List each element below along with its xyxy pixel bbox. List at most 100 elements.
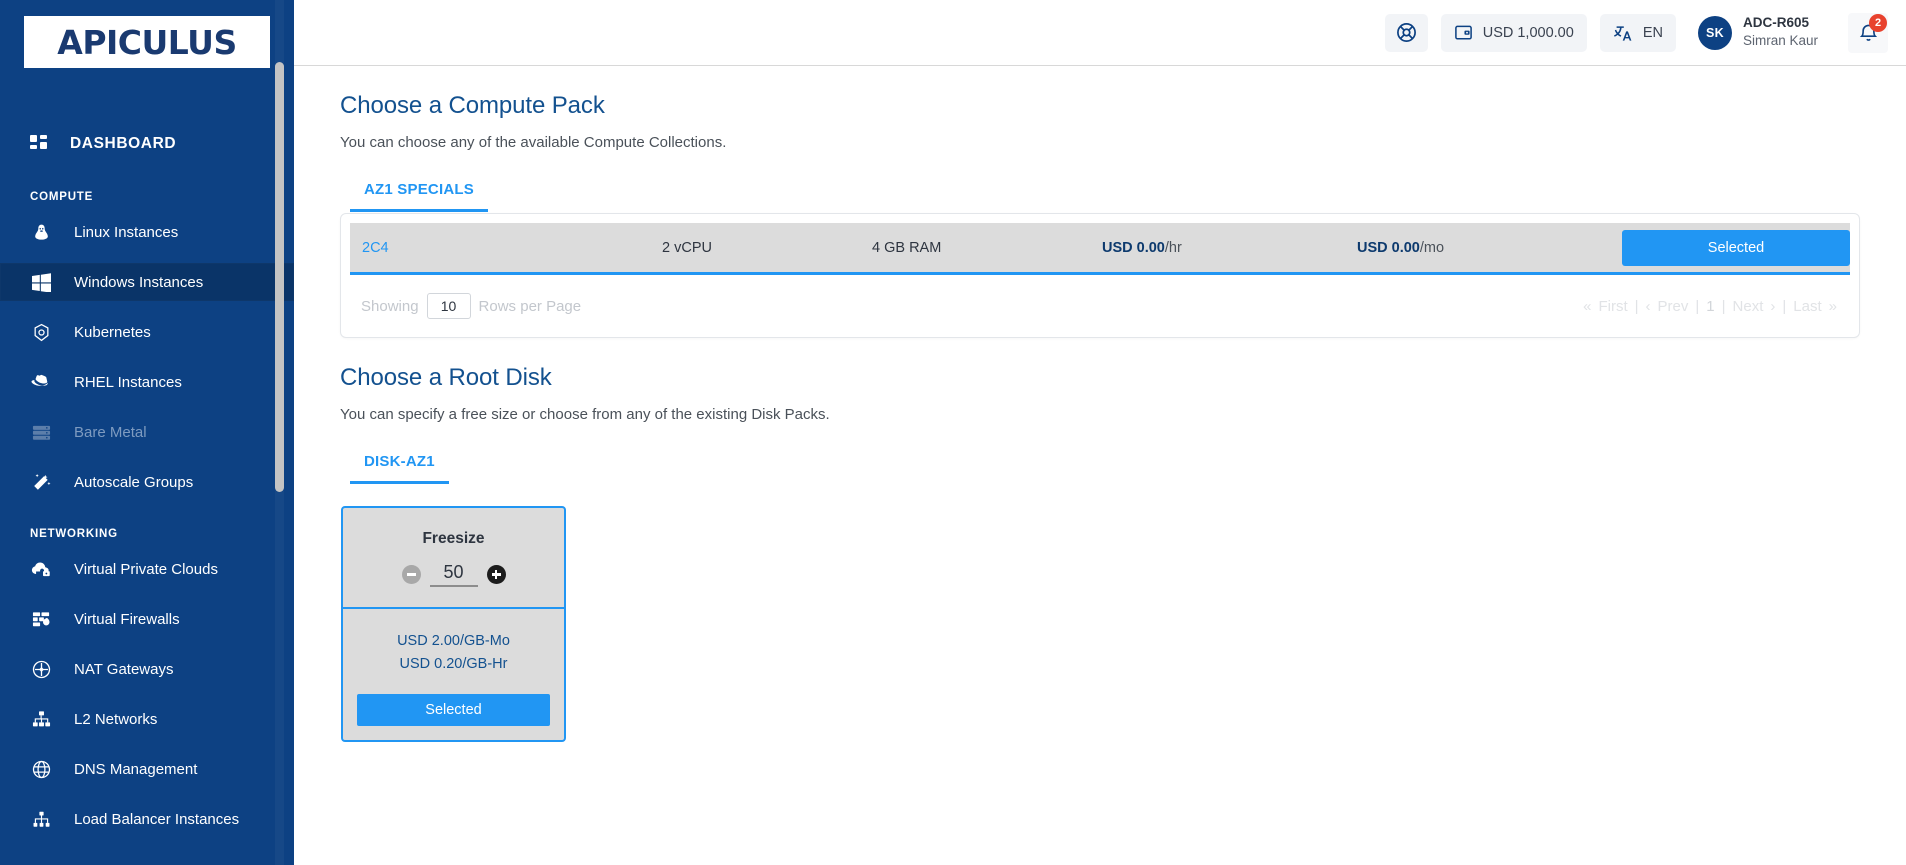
- sidebar-item-label: L2 Networks: [74, 712, 157, 727]
- sidebar-item-l2-networks[interactable]: L2 Networks: [0, 700, 294, 738]
- sidebar-item-linux-instances[interactable]: Linux Instances: [0, 213, 294, 251]
- sidebar-item-label: Linux Instances: [74, 225, 178, 240]
- tab-az1-specials[interactable]: AZ1 SPECIALS: [350, 181, 488, 212]
- pagination-current-page[interactable]: 1: [1706, 298, 1714, 315]
- rows-per-page-group: Showing Rows per Page: [361, 293, 581, 319]
- root-disk-tabs: DISK-AZ1: [340, 453, 1860, 484]
- chevron-double-left-icon[interactable]: «: [1583, 298, 1591, 315]
- compute-pack-price-hourly-amount: USD 0.00: [1102, 240, 1165, 256]
- globe-icon: [30, 759, 52, 779]
- translate-icon: [1613, 23, 1633, 43]
- disk-select-button[interactable]: Selected: [357, 694, 550, 726]
- disk-size-input[interactable]: [430, 562, 478, 587]
- user-menu[interactable]: SK ADC-R605 Simran Kaur: [1698, 15, 1818, 50]
- rows-per-page-label: Rows per Page: [479, 298, 582, 315]
- sidebar-item-label: Bare Metal: [74, 425, 147, 440]
- language-button[interactable]: EN: [1600, 14, 1676, 52]
- magic-wand-icon: [30, 472, 52, 492]
- brand-logo[interactable]: APICULUS: [24, 16, 270, 68]
- disk-pack-card-freesize[interactable]: Freesize USD 2.00/GB-Mo USD 0.20/GB-Hr S…: [341, 506, 566, 742]
- disk-price-hourly: USD 0.20/GB-Hr: [357, 656, 550, 672]
- sidebar-item-nat-gateways[interactable]: NAT Gateways: [0, 650, 294, 688]
- root-disk-heading: Choose a Root Disk: [340, 364, 1860, 392]
- disk-price-monthly: USD 2.00/GB-Mo: [357, 633, 550, 649]
- kubernetes-icon: [30, 322, 52, 342]
- disk-card-body: USD 2.00/GB-Mo USD 0.20/GB-Hr Selected: [343, 609, 564, 740]
- pagination-last[interactable]: Last: [1793, 298, 1821, 315]
- linux-icon: [30, 222, 52, 242]
- sidebar-item-label: Windows Instances: [74, 275, 203, 290]
- sidebar-item-autoscale-groups[interactable]: Autoscale Groups: [0, 463, 294, 501]
- pagination-divider: |: [1722, 298, 1726, 315]
- disk-card-header: Freesize: [343, 508, 564, 609]
- sidebar-item-rhel-instances[interactable]: RHEL Instances: [0, 363, 294, 401]
- sidebar-item-label: Load Balancer Instances: [74, 812, 239, 827]
- page-content: Choose a Compute Pack You can choose any…: [294, 66, 1906, 865]
- cloud-lock-icon: [30, 559, 52, 579]
- compute-pack-vcpu: 2 vCPU: [662, 240, 872, 256]
- sidebar: APICULUS DASHBOARD COMPUTE: [0, 0, 294, 865]
- pagination-next[interactable]: Next: [1733, 298, 1764, 315]
- sidebar-item-label: Autoscale Groups: [74, 475, 193, 490]
- chevron-double-right-icon[interactable]: »: [1829, 298, 1837, 315]
- sidebar-item-label: NAT Gateways: [74, 662, 173, 677]
- support-button[interactable]: [1385, 14, 1428, 52]
- compute-pack-price-monthly-amount: USD 0.00: [1357, 240, 1420, 256]
- tab-disk-az1[interactable]: DISK-AZ1: [350, 453, 449, 484]
- pagination-divider: |: [1635, 298, 1639, 315]
- showing-label: Showing: [361, 298, 419, 315]
- language-label: EN: [1643, 25, 1663, 41]
- pagination-divider: |: [1695, 298, 1699, 315]
- compute-pack-name[interactable]: 2C4: [362, 240, 662, 256]
- sidebar-item-label: DNS Management: [74, 762, 197, 777]
- minus-circle-icon[interactable]: [402, 565, 421, 584]
- sidebar-item-kubernetes[interactable]: Kubernetes: [0, 313, 294, 351]
- user-account-id: ADC-R605: [1743, 15, 1818, 32]
- pagination-divider: |: [1782, 298, 1786, 315]
- sidebar-item-windows-instances[interactable]: Windows Instances: [0, 263, 294, 301]
- chevron-right-icon[interactable]: ›: [1770, 298, 1775, 315]
- network-tree-icon: [30, 709, 52, 729]
- wallet-icon: [1454, 23, 1473, 42]
- compute-pack-price-monthly-unit: /mo: [1420, 240, 1444, 256]
- sidebar-section-networking-title: NETWORKING: [0, 528, 294, 540]
- compute-pack-ram: 4 GB RAM: [872, 240, 1102, 256]
- sidebar-item-bare-metal[interactable]: Bare Metal: [0, 413, 294, 451]
- notifications-badge: 2: [1869, 14, 1887, 32]
- sidebar-item-dashboard[interactable]: DASHBOARD: [0, 124, 294, 164]
- user-text: ADC-R605 Simran Kaur: [1743, 15, 1818, 50]
- sidebar-scrollbar-thumb[interactable]: [275, 62, 284, 492]
- main-area: USD 1,000.00 EN SK ADC-R605 Simran Kaur: [294, 0, 1906, 865]
- sidebar-item-virtual-firewalls[interactable]: Virtual Firewalls: [0, 600, 294, 638]
- user-display-name: Simran Kaur: [1743, 33, 1818, 50]
- compute-pack-price-hourly: USD 0.00/hr: [1102, 240, 1357, 256]
- sidebar-item-label: Virtual Private Clouds: [74, 562, 218, 577]
- nat-gateway-icon: [30, 659, 52, 679]
- top-bar: USD 1,000.00 EN SK ADC-R605 Simran Kaur: [294, 0, 1906, 66]
- sidebar-item-dashboard-label: DASHBOARD: [70, 135, 176, 153]
- compute-pack-price-monthly: USD 0.00/mo: [1357, 240, 1622, 256]
- server-icon: [30, 422, 52, 442]
- compute-pack-tabs: AZ1 SPECIALS: [340, 181, 1860, 212]
- plus-circle-icon[interactable]: [487, 565, 506, 584]
- wallet-balance-button[interactable]: USD 1,000.00: [1441, 14, 1587, 52]
- root-disk-subheading: You can specify a free size or choose fr…: [340, 406, 1860, 423]
- compute-pack-price-hourly-unit: /hr: [1165, 240, 1182, 256]
- sidebar-item-dns-management[interactable]: DNS Management: [0, 750, 294, 788]
- chevron-left-icon[interactable]: ‹: [1646, 298, 1651, 315]
- compute-pack-select-button[interactable]: Selected: [1622, 230, 1850, 266]
- sidebar-item-label: RHEL Instances: [74, 375, 182, 390]
- redhat-icon: [30, 372, 52, 392]
- notifications-button[interactable]: 2: [1848, 13, 1888, 53]
- pagination-controls: « First | ‹ Prev | 1 | Next › | Last »: [1583, 298, 1837, 315]
- pagination-first[interactable]: First: [1598, 298, 1627, 315]
- compute-pack-pagination: Showing Rows per Page « First | ‹ Prev |…: [341, 275, 1859, 337]
- disk-card-title: Freesize: [343, 530, 564, 548]
- sidebar-item-load-balancer-instances[interactable]: Load Balancer Instances: [0, 800, 294, 838]
- pagination-prev[interactable]: Prev: [1658, 298, 1689, 315]
- compute-pack-heading: Choose a Compute Pack: [340, 92, 1860, 120]
- rows-per-page-input[interactable]: [427, 293, 471, 319]
- table-row[interactable]: 2C4 2 vCPU 4 GB RAM USD 0.00/hr USD 0.00…: [350, 223, 1850, 275]
- firewall-icon: [30, 609, 52, 629]
- sidebar-item-virtual-private-clouds[interactable]: Virtual Private Clouds: [0, 550, 294, 588]
